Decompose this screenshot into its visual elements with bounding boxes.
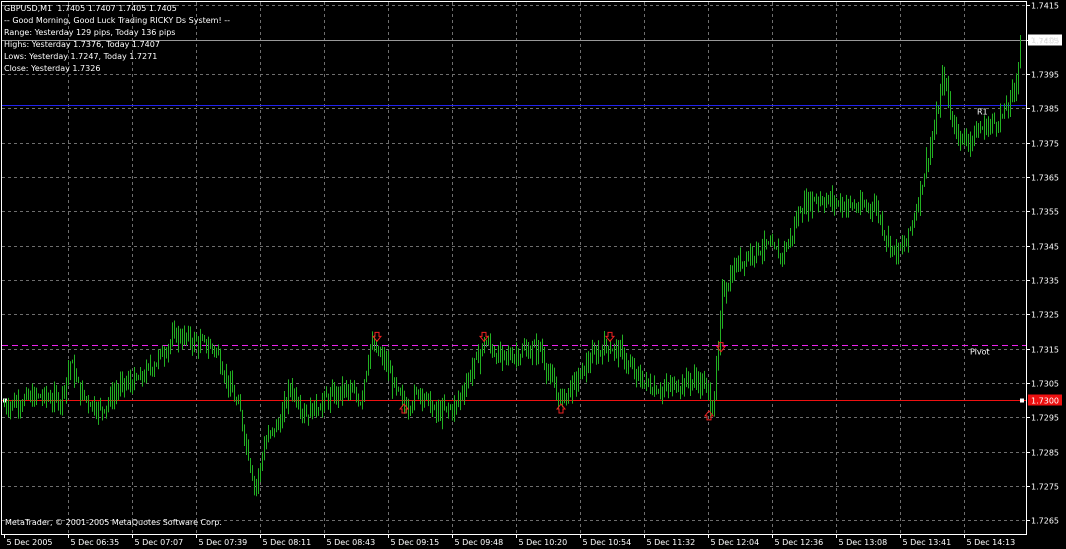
symbol-header: GBPUSD,M1 1.7405 1.7407 1.7405 1.7405 <box>4 4 177 13</box>
price-tick-label: 1.7335 <box>1031 277 1059 286</box>
level-label-pivot: Pivot <box>970 348 990 357</box>
level-price-tag-label: 1.7300 <box>1031 397 1059 406</box>
time-axis[interactable]: 5 Dec 2005 5 Dec 06:35 5 Dec 07:07 5 Dec 07… <box>4 534 1016 547</box>
time-tick-label: 5 Dec 13:41 <box>903 538 952 547</box>
price-tick-label: 1.7365 <box>1031 174 1059 183</box>
level-marker-right <box>1020 398 1024 403</box>
price-tick-label: 1.7405 <box>1031 37 1059 46</box>
time-tick-label: 5 Dec 12:36 <box>775 538 824 547</box>
grid <box>2 2 1026 534</box>
time-tick-label: 5 Dec 07:39 <box>199 538 248 547</box>
time-tick-label: 5 Dec 07:07 <box>135 538 184 547</box>
price-tick-label: 1.7385 <box>1031 105 1059 114</box>
time-tick-label: 5 Dec 08:11 <box>263 538 312 547</box>
price-tick-label: 1.7325 <box>1031 311 1059 320</box>
time-tick-label: 5 Dec 09:15 <box>391 538 440 547</box>
price-axis[interactable]: 1.7265 1.7275 1.7285 1.7295 1.7305 1.7315 1.73… <box>1026 2 1059 526</box>
price-tick-label: 1.7265 <box>1031 517 1059 526</box>
info-line-greeting: -- Good Morning, Good Luck Trading RICKY… <box>4 16 230 25</box>
time-tick-label: 5 Dec 06:35 <box>71 538 120 547</box>
price-chart[interactable]: R1Pivot1.73001.7405 1.72651.72751.72851.… <box>0 0 1066 549</box>
price-tick-label: 1.7305 <box>1031 380 1059 389</box>
time-tick-label: 5 Dec 13:08 <box>839 538 888 547</box>
info-line-lows: Lows: Yesterday 1.7247, Today 1.7271 <box>4 52 158 61</box>
info-line-range: Range: Yesterday 129 pips, Today 136 pip… <box>4 28 176 37</box>
time-tick-label: 5 Dec 08:43 <box>327 538 376 547</box>
price-tick-label: 1.7355 <box>1031 208 1059 217</box>
price-tick-label: 1.7415 <box>1031 2 1059 11</box>
price-tick-label: 1.7275 <box>1031 483 1059 492</box>
copyright-text: MetaTrader, © 2001-2005 MetaQuotes Softw… <box>5 518 222 527</box>
time-tick-label: 5 Dec 11:32 <box>647 538 696 547</box>
price-tick-label: 1.7285 <box>1031 449 1059 458</box>
level-label-r1: R1 <box>977 108 988 117</box>
time-tick-label: 5 Dec 14:13 <box>967 538 1016 547</box>
price-tick-label: 1.7315 <box>1031 346 1059 355</box>
price-tick-label: 1.7295 <box>1031 414 1059 423</box>
time-tick-label: 5 Dec 09:48 <box>455 538 504 547</box>
time-tick-label: 5 Dec 10:20 <box>519 538 568 547</box>
price-tick-label: 1.7375 <box>1031 140 1059 149</box>
candlestick-series <box>4 35 1021 497</box>
time-tick-label: 5 Dec 10:54 <box>583 538 632 547</box>
price-tick-label: 1.7345 <box>1031 243 1059 252</box>
price-tick-label: 1.7395 <box>1031 71 1059 80</box>
time-tick-label: 5 Dec 12:04 <box>711 538 760 547</box>
info-line-close: Close: Yesterday 1.7326 <box>4 64 101 73</box>
time-tick-label: 5 Dec 2005 <box>7 538 53 547</box>
info-line-highs: Highs: Yesterday 1.7376, Today 1.7407 <box>4 40 160 49</box>
